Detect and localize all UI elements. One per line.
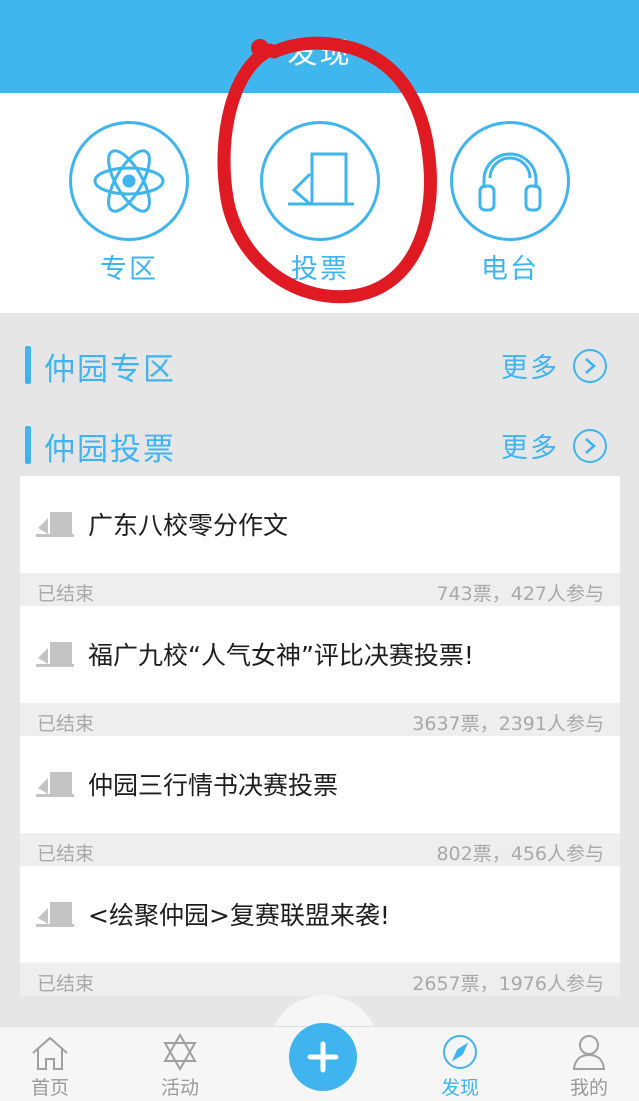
page-title: 发现: [287, 36, 352, 71]
ballot-icon: [36, 772, 74, 797]
list-item[interactable]: <绘聚仲园>复赛联盟来袭! 已结束 2657票，1976人参与: [20, 866, 620, 996]
category-radio-button[interactable]: 电台: [448, 121, 572, 285]
chevron-right-icon: [573, 428, 607, 463]
category-label: 投票: [291, 254, 349, 285]
person-icon: [572, 1035, 606, 1070]
vote-title: 仲园三行情书决赛投票: [88, 771, 339, 800]
more-label: 更多: [501, 353, 559, 384]
tab-label: 发现: [440, 1077, 479, 1099]
atom-icon: [93, 149, 165, 213]
add-button[interactable]: [289, 1023, 357, 1091]
tab-discover[interactable]: 发现: [410, 1027, 510, 1101]
section-accent-bar: [25, 346, 31, 384]
vote-status: 已结束: [37, 843, 95, 865]
vote-title: 广东八校零分作文: [88, 511, 289, 540]
section-zone-header: 仲园专区 更多: [0, 330, 639, 400]
category-grid: 专区 投票 电台: [0, 93, 639, 313]
vote-status: 已结束: [37, 583, 95, 605]
ballot-icon: [36, 512, 74, 537]
tab-activity[interactable]: 活动: [130, 1027, 230, 1101]
zone-more-link[interactable]: 更多: [501, 346, 607, 385]
list-item[interactable]: 广东八校零分作文 已结束 743票，427人参与: [20, 476, 620, 606]
category-zone-button[interactable]: 专区: [67, 121, 191, 285]
vote-status: 已结束: [37, 973, 95, 995]
category-vote-button[interactable]: 投票: [258, 121, 382, 285]
tab-label: 我的: [569, 1077, 608, 1099]
tab-home[interactable]: 首页: [0, 1027, 100, 1101]
list-item[interactable]: 仲园三行情书决赛投票 已结束 802票，456人参与: [20, 736, 620, 866]
headphones-icon: [478, 152, 542, 212]
more-label: 更多: [501, 433, 559, 464]
top-bar: 发现: [0, 0, 639, 93]
vote-stats: 743票，427人参与: [436, 583, 604, 605]
category-label: 专区: [100, 254, 158, 285]
section-accent-bar: [25, 426, 31, 464]
tab-label: 首页: [30, 1077, 69, 1099]
home-icon: [32, 1036, 68, 1070]
vote-list: 广东八校零分作文 已结束 743票，427人参与 福广九校“人气女神”评比决赛投…: [20, 476, 620, 1026]
category-label: 电台: [481, 254, 539, 285]
chevron-right-icon: [573, 348, 607, 383]
tab-mine[interactable]: 我的: [539, 1027, 639, 1101]
star-of-david-icon: [163, 1033, 197, 1071]
plus-icon: [307, 1041, 339, 1073]
ballot-icon: [36, 902, 74, 927]
tab-label: 活动: [160, 1077, 199, 1099]
compass-icon: [443, 1035, 477, 1069]
section-title: 仲园专区: [44, 352, 176, 388]
vote-more-link[interactable]: 更多: [501, 426, 607, 465]
section-vote-header: 仲园投票 更多: [0, 410, 639, 480]
ballot-box-icon: [288, 152, 354, 206]
ballot-icon: [36, 642, 74, 667]
vote-stats: 2657票，1976人参与: [412, 973, 604, 995]
vote-status: 已结束: [37, 713, 95, 735]
vote-title: <绘聚仲园>复赛联盟来袭!: [88, 901, 390, 930]
vote-stats: 802票，456人参与: [436, 843, 604, 865]
vote-title: 福广九校“人气女神”评比决赛投票!: [88, 641, 474, 670]
section-title: 仲园投票: [44, 432, 176, 468]
list-item[interactable]: 福广九校“人气女神”评比决赛投票! 已结束 3637票，2391人参与: [20, 606, 620, 736]
vote-stats: 3637票，2391人参与: [412, 713, 604, 735]
